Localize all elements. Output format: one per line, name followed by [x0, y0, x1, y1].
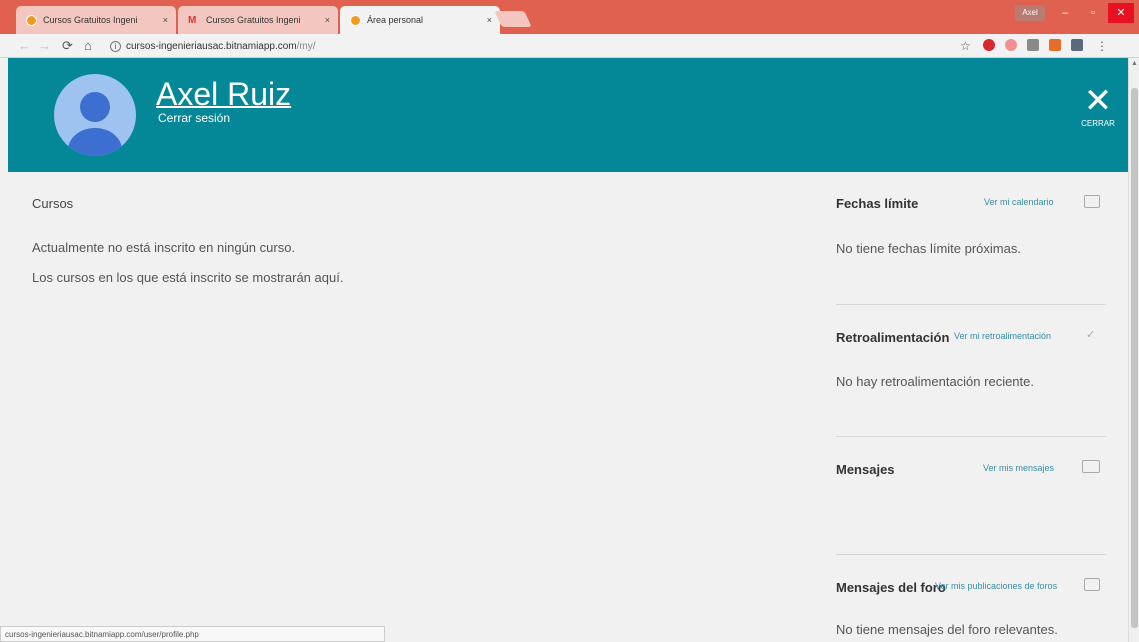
- browser-tab-3[interactable]: Área personal ×: [340, 6, 500, 34]
- user-name-link[interactable]: Axel Ruiz: [156, 76, 291, 113]
- url-host: cursos-ingenieriausac.bitnamiapp.com: [126, 40, 297, 52]
- menu-icon[interactable]: ⋮: [1096, 37, 1108, 55]
- status-url-bubble: cursos-ingenieriausac.bitnamiapp.com/use…: [0, 626, 385, 642]
- tab-close-icon[interactable]: ×: [325, 15, 330, 25]
- extension-icon[interactable]: [1071, 39, 1083, 51]
- new-tab-button[interactable]: [494, 11, 532, 27]
- browser-titlebar: Cursos Gratuitos Ingeni × M Cursos Gratu…: [0, 0, 1139, 34]
- tab-title: Área personal: [367, 15, 424, 25]
- calendar-icon[interactable]: [1084, 195, 1100, 208]
- feedback-link[interactable]: Ver mi retroalimentación: [954, 331, 1051, 341]
- browser-tab-1[interactable]: Cursos Gratuitos Ingeni ×: [16, 6, 176, 34]
- bookmark-star-icon[interactable]: ☆: [960, 37, 971, 55]
- deadlines-heading: Fechas límite: [836, 196, 919, 211]
- forum-empty-text: No tiene mensajes del foro relevantes.: [836, 622, 1058, 637]
- site-favicon-icon: [350, 14, 361, 26]
- courses-empty-message: Actualmente no está inscrito en ningún c…: [32, 240, 296, 255]
- messages-heading: Mensajes: [836, 462, 895, 477]
- feedback-heading: Retroalimentación: [836, 330, 950, 345]
- browser-tab-2[interactable]: M Cursos Gratuitos Ingeni ×: [178, 6, 338, 34]
- avatar-body-shape: [68, 128, 122, 156]
- home-icon[interactable]: ⌂: [84, 37, 92, 55]
- message-bubble-icon[interactable]: [1082, 460, 1100, 473]
- info-icon[interactable]: i: [110, 40, 121, 52]
- courses-info-message: Los cursos en los que está inscrito se m…: [32, 270, 344, 285]
- forum-heading: Mensajes del foro: [836, 580, 946, 595]
- forum-icon[interactable]: [1084, 578, 1100, 591]
- extension-icon[interactable]: [1005, 39, 1017, 51]
- site-favicon-icon: [26, 14, 37, 26]
- minimize-button[interactable]: –: [1052, 3, 1078, 23]
- section-divider: [836, 304, 1106, 305]
- scrollbar-thumb[interactable]: [1131, 88, 1138, 628]
- close-icon: ✕: [1083, 82, 1113, 120]
- close-window-button[interactable]: ✕: [1108, 3, 1134, 23]
- scroll-up-icon[interactable]: ▲: [1131, 60, 1138, 67]
- feedback-empty-text: No hay retroalimentación reciente.: [836, 374, 1034, 389]
- extension-icon[interactable]: [1049, 39, 1061, 51]
- page-scrollbar[interactable]: ▲: [1128, 58, 1139, 642]
- checkmark-icon[interactable]: ✓: [1086, 328, 1095, 341]
- drawer-header: Axel Ruiz Cerrar sesión ✕ CERRAR: [8, 58, 1128, 172]
- close-drawer-button[interactable]: ✕ CERRAR: [1076, 82, 1120, 128]
- gmail-favicon-icon: M: [188, 14, 197, 26]
- browser-toolbar: ← → ⟳ ⌂ i cursos-ingenieriausac.bitnamia…: [0, 34, 1139, 58]
- forward-icon[interactable]: →: [38, 37, 51, 55]
- logout-link[interactable]: Cerrar sesión: [158, 111, 230, 125]
- section-divider: [836, 554, 1106, 555]
- deadlines-empty-text: No tiene fechas límite próximas.: [836, 241, 1021, 256]
- close-label: CERRAR: [1081, 119, 1115, 128]
- avatar-head-shape: [80, 92, 110, 122]
- extension-icon[interactable]: [1027, 39, 1039, 51]
- avatar[interactable]: [54, 74, 136, 156]
- forum-posts-link[interactable]: Ver mis publicaciones de foros: [935, 581, 1057, 591]
- tab-title: Cursos Gratuitos Ingeni: [206, 15, 301, 25]
- address-bar[interactable]: i cursos-ingenieriausac.bitnamiapp.com/m…: [110, 36, 950, 56]
- section-divider: [836, 436, 1106, 437]
- tab-close-icon[interactable]: ×: [163, 15, 168, 25]
- url-path: /my/: [296, 40, 316, 52]
- maximize-button[interactable]: ▫: [1080, 3, 1106, 23]
- extension-icon[interactable]: [983, 39, 995, 51]
- reload-icon[interactable]: ⟳: [62, 37, 73, 55]
- profile-button[interactable]: Axel: [1015, 5, 1045, 21]
- back-icon[interactable]: ←: [18, 37, 31, 55]
- messages-link[interactable]: Ver mis mensajes: [983, 463, 1054, 473]
- calendar-link[interactable]: Ver mi calendario: [984, 197, 1054, 207]
- tab-title: Cursos Gratuitos Ingeni: [43, 15, 138, 25]
- courses-heading: Cursos: [32, 196, 74, 211]
- tab-close-icon[interactable]: ×: [487, 15, 492, 25]
